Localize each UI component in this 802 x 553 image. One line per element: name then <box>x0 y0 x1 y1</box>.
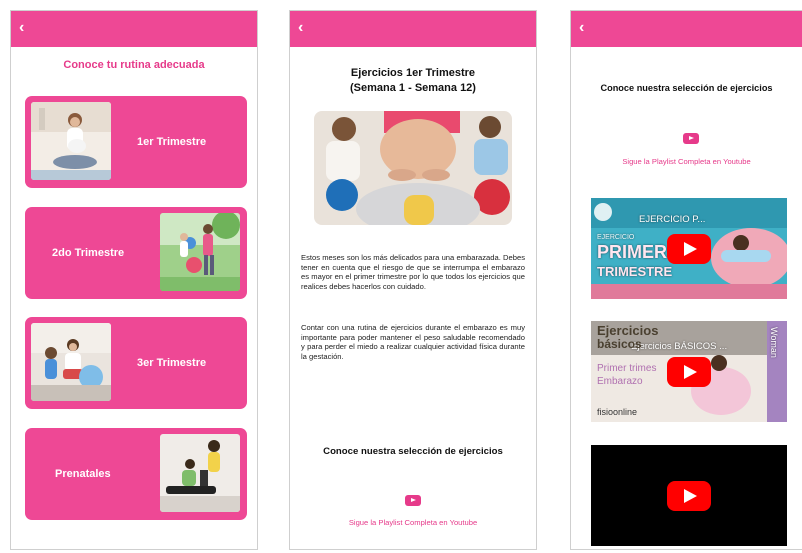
back-arrow-icon[interactable]: ‹ <box>579 19 597 37</box>
video-title: Ejercicios BÁSICOS ... <box>631 341 728 352</box>
page-title: Ejercicios 1er Trimestre (Semana 1 - Sem… <box>290 66 536 96</box>
importance-paragraph: Contar con una rutina de ejercicios dura… <box>301 323 525 361</box>
video-thumbnail-3[interactable] <box>591 445 787 546</box>
prenatal-stretch-image <box>160 434 240 512</box>
youtube-icon[interactable] <box>405 495 421 506</box>
card-label: 2do Trimestre <box>52 247 125 259</box>
top-bar: ‹ <box>11 11 257 47</box>
title-line-2: (Semana 1 - Semana 12) <box>350 82 476 94</box>
top-bar: ‹ <box>290 11 536 47</box>
video-overlay-line: PRIMER <box>597 242 668 262</box>
screen-first-trimester: ‹ Ejercicios 1er Trimestre (Semana 1 - S… <box>289 10 537 550</box>
channel-brand: fisioonline <box>597 407 638 417</box>
screen-video-selection: ‹ Conoce nuestra selección de ejercicios… <box>570 10 802 550</box>
screen-routines: ‹ Conoce tu rutina adecuada 1er Trimestr… <box>10 10 258 550</box>
playlist-link[interactable]: Sigue la Playlist Completa en Youtube <box>290 518 536 527</box>
youtube-icon[interactable] <box>683 133 699 144</box>
video-overlay-line: TRIMESTRE <box>597 264 673 279</box>
card-third-trimester[interactable]: 3er Trimestre <box>25 317 247 409</box>
play-button-icon[interactable] <box>667 357 711 387</box>
outdoor-exercise-image <box>160 213 240 291</box>
video-thumbnail-2[interactable]: Ejercicios BÁSICOS ... Ejercicios básico… <box>591 321 787 422</box>
title-line-1: Ejercicios 1er Trimestre <box>350 67 476 79</box>
video-overlay-line: Embarazo <box>597 376 643 387</box>
back-arrow-icon[interactable]: ‹ <box>19 19 37 37</box>
video-overlay-line: EJERCICIO <box>597 234 635 241</box>
card-prenatal[interactable]: Prenatales <box>25 428 247 520</box>
video-title: EJERCICIO P... <box>639 214 706 225</box>
top-bar: ‹ <box>571 11 802 47</box>
hero-image <box>314 111 512 225</box>
video-overlay-line: básicos <box>597 337 642 351</box>
card-label: Prenatales <box>55 468 111 480</box>
card-label: 1er Trimestre <box>137 136 207 148</box>
intro-paragraph: Estos meses son los más delicados para u… <box>301 253 525 291</box>
video-overlay-line: Primer trimes <box>597 363 657 374</box>
card-first-trimester[interactable]: 1er Trimestre <box>25 96 247 188</box>
yoga-pregnant-image <box>31 102 111 180</box>
video-overlay-line: Ejercicios <box>597 323 659 338</box>
card-second-trimester[interactable]: 2do Trimestre <box>25 207 247 299</box>
selection-heading: Conoce nuestra selección de ejercicios <box>600 83 773 93</box>
channel-side-text: Woman <box>769 327 779 358</box>
group-pregnant-image <box>31 323 111 401</box>
selection-heading: Conoce nuestra selección de ejercicios <box>323 446 503 457</box>
video-thumbnail-1[interactable]: EJERCICIO P... EJERCICIO PRIMER TRIMESTR… <box>591 198 787 299</box>
play-button-icon[interactable] <box>667 481 711 511</box>
card-label: 3er Trimestre <box>137 357 207 369</box>
playlist-link[interactable]: Sigue la Playlist Completa en Youtube <box>571 157 802 166</box>
page-title: Conoce tu rutina adecuada <box>63 59 205 71</box>
back-arrow-icon[interactable]: ‹ <box>298 19 316 37</box>
play-button-icon[interactable] <box>667 234 711 264</box>
